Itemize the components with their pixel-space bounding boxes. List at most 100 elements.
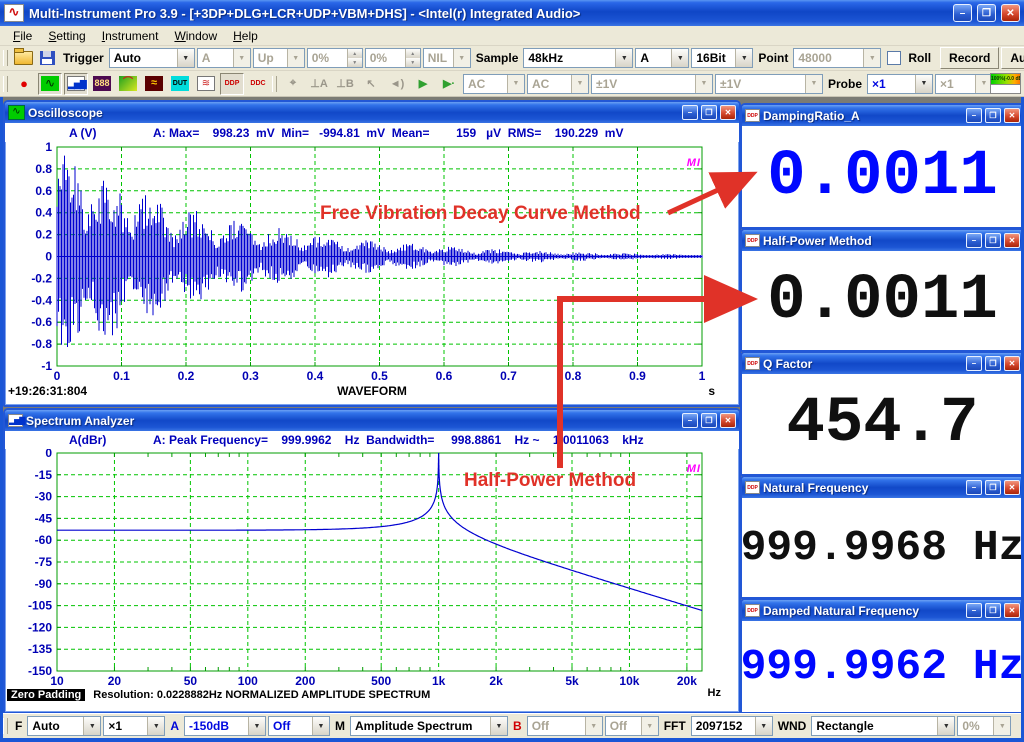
oscilloscope-titlebar[interactable]: ∿ Oscilloscope – ❐ ✕ bbox=[5, 102, 739, 123]
mode-label: M bbox=[332, 719, 348, 733]
oscilloscope-window-icon: ∿ bbox=[8, 105, 25, 120]
roll-checkbox[interactable]: Roll bbox=[883, 51, 938, 65]
close-button[interactable]: ✕ bbox=[1004, 603, 1020, 618]
frequency-axis-select[interactable]: Auto▼ bbox=[27, 716, 101, 736]
ddp-titlebar[interactable]: DDP Q Factor – ❐ ✕ bbox=[742, 353, 1023, 374]
mi-logo: MI bbox=[687, 157, 701, 169]
ddp-titlebar[interactable]: DDP Damped Natural Frequency – ❐ ✕ bbox=[742, 600, 1023, 621]
ddp-readout: 0.0011 bbox=[742, 251, 1023, 350]
svg-text:0.8: 0.8 bbox=[565, 369, 582, 383]
svg-text:0.2: 0.2 bbox=[35, 228, 52, 242]
maximize-button[interactable]: ❐ bbox=[985, 356, 1001, 371]
x-axis-unit: Hz bbox=[708, 687, 721, 699]
record-dot-icon[interactable]: ● bbox=[12, 73, 36, 95]
probe-a-select[interactable]: ×1▼ bbox=[867, 74, 933, 94]
svg-text:0: 0 bbox=[54, 369, 61, 383]
close-button[interactable]: ✕ bbox=[1004, 233, 1020, 248]
ddp-title: Natural Frequency bbox=[763, 481, 963, 495]
ddp-value: 0.0011 bbox=[767, 265, 997, 337]
chevron-down-icon: ▼ bbox=[147, 717, 164, 735]
record-button[interactable]: Record bbox=[940, 47, 999, 69]
zero-padding-badge: Zero Padding bbox=[7, 689, 85, 701]
menu-window[interactable]: Window bbox=[167, 27, 224, 45]
zoom-x-select[interactable]: ×1▼ bbox=[103, 716, 165, 736]
chevron-down-icon: ▼ bbox=[248, 717, 265, 735]
maximize-button[interactable]: ❐ bbox=[985, 233, 1001, 248]
menu-help[interactable]: Help bbox=[226, 27, 265, 45]
sampling-channel-select[interactable]: A▼ bbox=[635, 48, 689, 68]
menu-setting[interactable]: Setting bbox=[41, 27, 92, 45]
minimize-button[interactable]: – bbox=[966, 603, 982, 618]
maximize-button[interactable]: ❐ bbox=[985, 108, 1001, 123]
close-button[interactable]: ✕ bbox=[1004, 480, 1020, 495]
ddp-viewer-icon[interactable]: DDP bbox=[220, 73, 244, 95]
svg-text:0.3: 0.3 bbox=[242, 369, 259, 383]
oscilloscope-plot[interactable]: 00.10.20.30.40.50.60.70.80.9110.80.60.40… bbox=[5, 142, 735, 384]
trigger-delay-stepper: 0%▲▼ bbox=[365, 48, 421, 68]
ddp-titlebar[interactable]: DDP DampingRatio_A – ❐ ✕ bbox=[742, 105, 1023, 126]
minimize-button[interactable]: – bbox=[966, 480, 982, 495]
app-titlebar[interactable]: ∿ Multi-Instrument Pro 3.9 - [+3DP+DLG+L… bbox=[0, 0, 1024, 26]
close-button[interactable]: ✕ bbox=[1004, 108, 1020, 123]
spectrum-3d-plot-icon[interactable]: ⌒ bbox=[116, 73, 140, 95]
spectrum-analyzer-icon[interactable]: ▂▅▇ bbox=[64, 73, 88, 95]
minimize-button[interactable]: – bbox=[966, 108, 982, 123]
svg-text:0.6: 0.6 bbox=[35, 184, 52, 198]
trigger-mode-select[interactable]: Auto▼ bbox=[109, 48, 195, 68]
checkbox-box[interactable] bbox=[887, 51, 901, 65]
a-reference-select[interactable]: Off▼ bbox=[268, 716, 330, 736]
chevron-down-icon: ▼ bbox=[490, 717, 507, 735]
maximize-button[interactable]: ❐ bbox=[701, 105, 717, 120]
maximize-button[interactable]: ❐ bbox=[985, 480, 1001, 495]
channel-label: A (V) bbox=[5, 126, 153, 140]
minimize-button[interactable]: – bbox=[682, 413, 698, 428]
oscilloscope-stats: A: Max= 998.23 mV Min= -994.81 mV Mean= … bbox=[153, 126, 623, 140]
device-test-plan-icon[interactable]: DUT bbox=[168, 73, 192, 95]
display-mode-select[interactable]: Amplitude Spectrum▼ bbox=[350, 716, 508, 736]
minimize-button[interactable]: – bbox=[966, 233, 982, 248]
point-label: Point bbox=[755, 51, 791, 65]
ddp-titlebar[interactable]: DDP Half-Power Method – ❐ ✕ bbox=[742, 230, 1023, 251]
trigger-level-stepper: 0%▲▼ bbox=[307, 48, 363, 68]
oscilloscope-icon[interactable]: ∿ bbox=[38, 73, 62, 95]
close-button[interactable]: ✕ bbox=[720, 413, 736, 428]
open-file-icon[interactable] bbox=[14, 51, 33, 65]
svg-text:-135: -135 bbox=[28, 642, 52, 656]
maximize-button[interactable]: ❐ bbox=[977, 4, 996, 22]
svg-text:-45: -45 bbox=[35, 511, 53, 525]
ddc-icon[interactable]: DDC bbox=[246, 73, 270, 95]
multimeter-icon[interactable]: 888 bbox=[90, 73, 114, 95]
svg-text:-60: -60 bbox=[35, 533, 53, 547]
menu-instrument[interactable]: Instrument bbox=[95, 27, 166, 45]
maximize-button[interactable]: ❐ bbox=[701, 413, 717, 428]
a-display-range-select[interactable]: -150dB▼ bbox=[184, 716, 266, 736]
ddp-value: 454.7 bbox=[786, 388, 978, 460]
chevron-down-icon: ▼ bbox=[993, 717, 1010, 735]
sampling-rate-select[interactable]: 48kHz▼ bbox=[523, 48, 633, 68]
cursor-reader-icon: ↖ bbox=[359, 73, 383, 95]
close-button[interactable]: ✕ bbox=[1001, 4, 1020, 22]
auto-button[interactable]: Auto bbox=[1001, 47, 1024, 69]
close-button[interactable]: ✕ bbox=[720, 105, 736, 120]
data-logger-icon[interactable]: ≋ bbox=[194, 73, 218, 95]
spectrum-titlebar[interactable]: ▂▅▇ Spectrum Analyzer – ❐ ✕ bbox=[5, 410, 739, 431]
maximize-button[interactable]: ❐ bbox=[985, 603, 1001, 618]
chevron-down-icon: ▼ bbox=[83, 717, 100, 735]
svg-text:100: 100 bbox=[238, 674, 258, 687]
chevron-down-icon: ▼ bbox=[233, 49, 250, 67]
ddp-readout: 999.9968 Hz bbox=[742, 498, 1023, 597]
minimize-button[interactable]: – bbox=[953, 4, 972, 22]
fft-size-select[interactable]: 2097152▼ bbox=[691, 716, 773, 736]
window-function-select[interactable]: Rectangle▼ bbox=[811, 716, 955, 736]
minimize-button[interactable]: – bbox=[966, 356, 982, 371]
minimize-button[interactable]: – bbox=[682, 105, 698, 120]
bit-resolution-select[interactable]: 16Bit▼ bbox=[691, 48, 753, 68]
ddp-titlebar[interactable]: DDP Natural Frequency – ❐ ✕ bbox=[742, 477, 1023, 498]
app-icon: ∿ bbox=[4, 4, 24, 22]
close-button[interactable]: ✕ bbox=[1004, 356, 1020, 371]
menu-file[interactable]: File bbox=[6, 27, 39, 45]
save-file-icon[interactable] bbox=[40, 51, 55, 65]
ddp-icon: DDP bbox=[745, 604, 760, 617]
signal-generator-icon[interactable]: ≈ bbox=[142, 73, 166, 95]
frequency-axis-label: F bbox=[12, 719, 25, 733]
